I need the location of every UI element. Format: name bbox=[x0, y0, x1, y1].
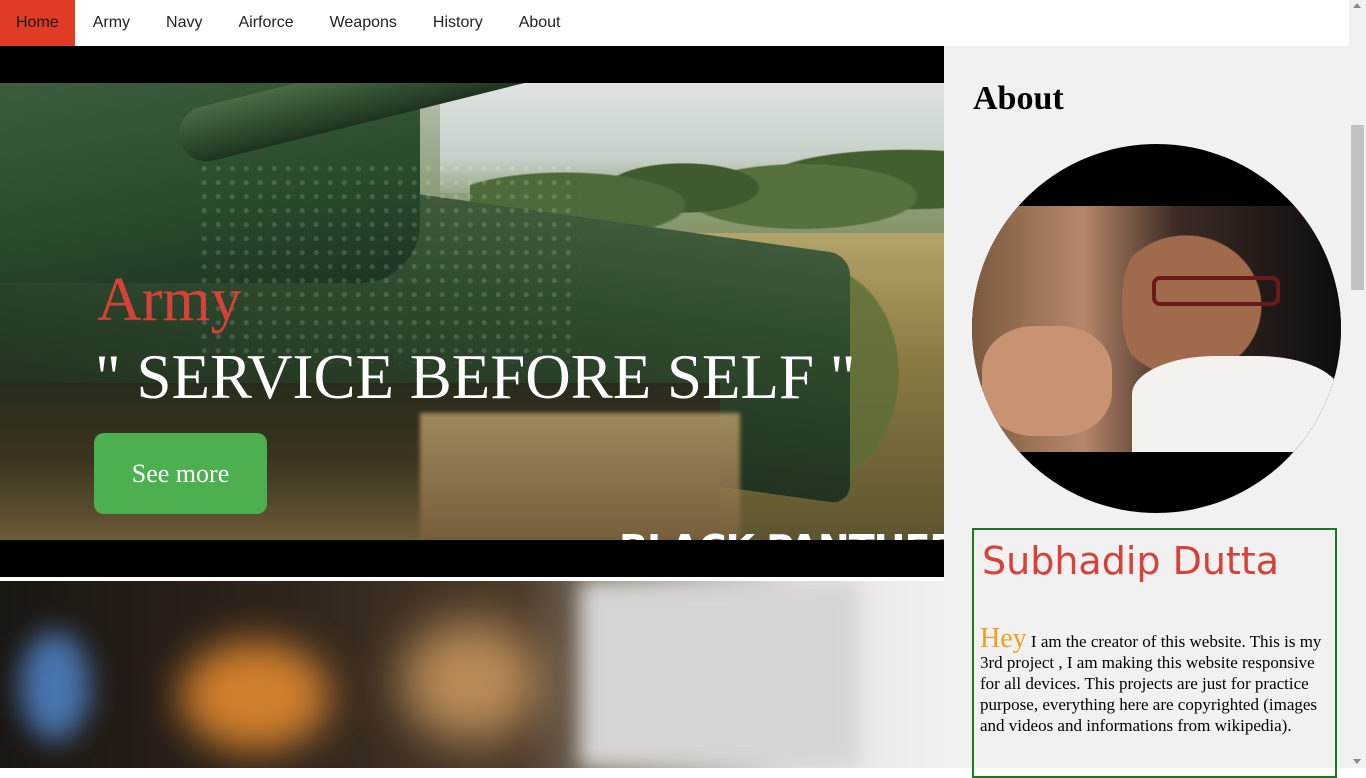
nav-item-navy[interactable]: Navy bbox=[148, 0, 220, 46]
hero-slide-next-image bbox=[0, 581, 944, 768]
bio-text-body: I am the creator of this website. This i… bbox=[980, 632, 1322, 735]
see-more-button[interactable]: See more bbox=[94, 433, 267, 514]
photo-shirt bbox=[1132, 356, 1341, 452]
mud-splash bbox=[420, 413, 740, 540]
scrollbar-thumb[interactable] bbox=[1351, 125, 1364, 290]
video-watermark: BLACK PANTHER bbox=[619, 530, 944, 540]
bokeh-light bbox=[400, 621, 540, 741]
author-bio: Hey I am the creator of this website. Th… bbox=[980, 625, 1325, 736]
photo-hands bbox=[982, 326, 1112, 436]
author-photo bbox=[972, 206, 1341, 452]
hero-slide-army: BLACK PANTHER Army " SERVICE BEFORE SELF… bbox=[0, 46, 944, 577]
bio-greeting: Hey bbox=[980, 623, 1027, 654]
main-content: BLACK PANTHER Army " SERVICE BEFORE SELF… bbox=[0, 46, 944, 768]
hero-motto: " SERVICE BEFORE SELF " bbox=[95, 342, 856, 412]
nav-item-airforce[interactable]: Airforce bbox=[220, 0, 311, 46]
author-bio-card: Subhadip Dutta Hey I am the creator of t… bbox=[972, 528, 1337, 778]
nav-item-about[interactable]: About bbox=[501, 0, 579, 46]
water-splash bbox=[200, 163, 580, 363]
author-avatar bbox=[972, 144, 1341, 513]
nav-item-home[interactable]: Home bbox=[0, 0, 75, 46]
about-heading: About bbox=[973, 80, 1064, 117]
nav-item-history[interactable]: History bbox=[415, 0, 501, 46]
scroll-down-arrow-icon[interactable] bbox=[1353, 759, 1361, 764]
page-scrollbar[interactable] bbox=[1349, 0, 1366, 768]
top-nav: Home Army Navy Airforce Weapons History … bbox=[0, 0, 1349, 46]
author-name: Subhadip Dutta bbox=[982, 539, 1280, 583]
about-sidebar: About Subhadip Dutta Hey I am the creato… bbox=[944, 46, 1349, 778]
nav-item-weapons[interactable]: Weapons bbox=[312, 0, 415, 46]
photo-glasses bbox=[1152, 276, 1280, 306]
bokeh-light bbox=[580, 581, 860, 768]
bokeh-light bbox=[180, 641, 330, 751]
scroll-up-arrow-icon[interactable] bbox=[1353, 3, 1361, 8]
nav-item-army[interactable]: Army bbox=[75, 0, 148, 46]
hero-title: Army bbox=[97, 266, 242, 334]
bokeh-light bbox=[20, 631, 90, 741]
